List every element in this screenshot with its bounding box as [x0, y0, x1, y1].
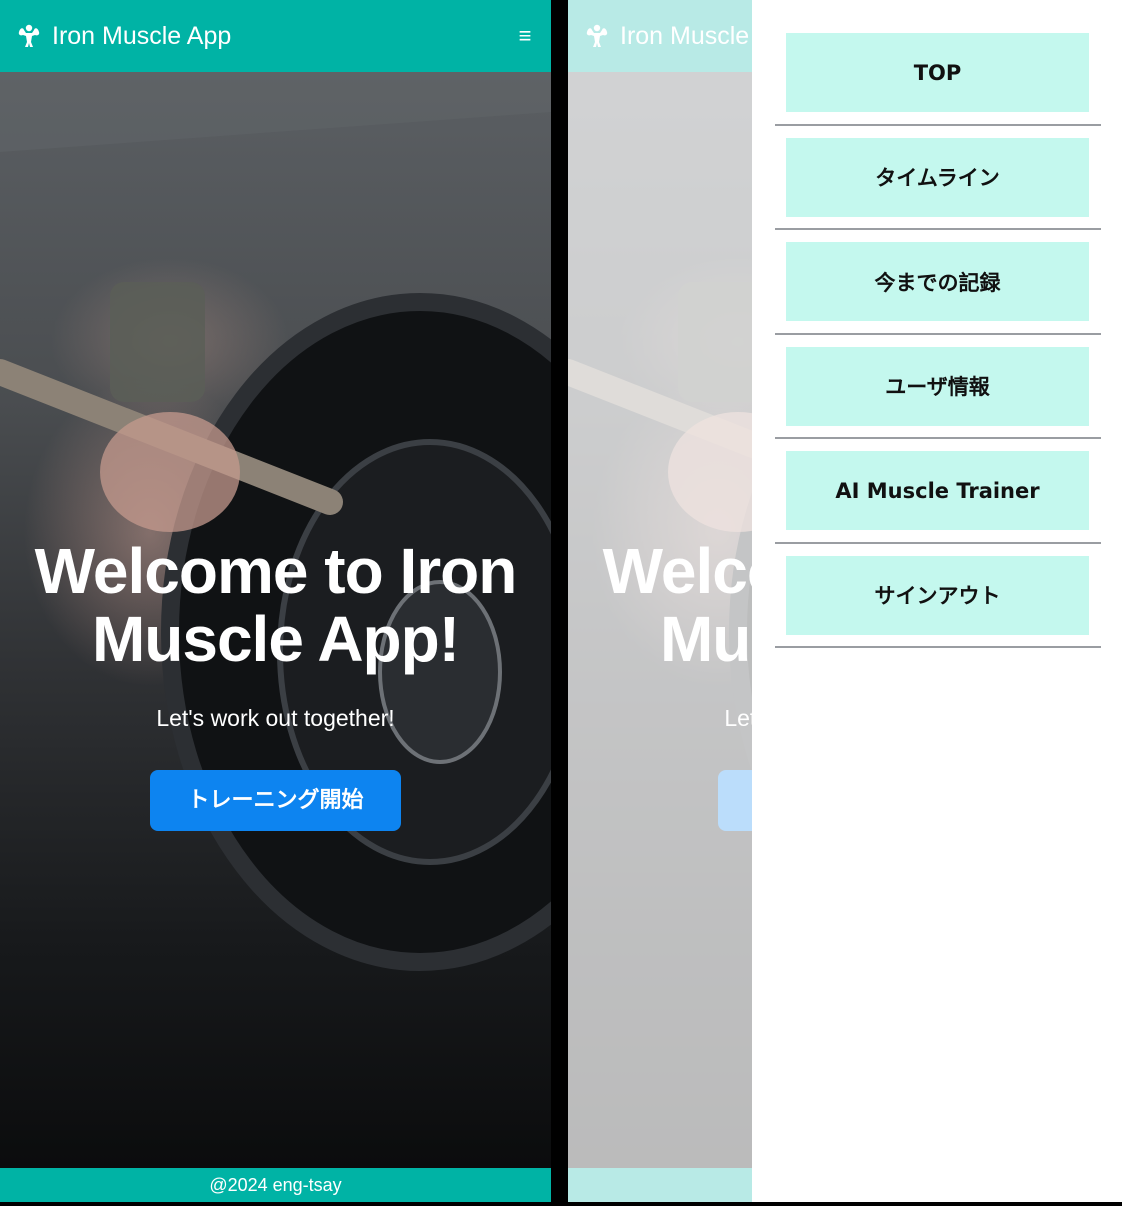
screen-menu-closed: Iron Muscle App ≡ Welcome to Iron Muscle… [0, 0, 551, 1202]
muscle-icon [18, 24, 40, 47]
drawer-item-user-info: ユーザ情報 [775, 335, 1101, 439]
app-title: Iron Muscle App [52, 21, 232, 50]
drawer-item-ai-trainer: AI Muscle Trainer [775, 439, 1101, 544]
drawer-item-timeline: タイムライン [775, 126, 1101, 230]
footer: @2024 eng-tsay [0, 1168, 551, 1202]
user-info-button[interactable]: ユーザ情報 [786, 346, 1089, 426]
nav-drawer: TOP タイムライン 今までの記録 ユーザ情報 AI Muscle Traine… [752, 0, 1122, 1202]
sign-out-button[interactable]: サインアウト [786, 555, 1089, 635]
drawer-item-records: 今までの記録 [775, 230, 1101, 335]
hero-title: Welcome to Iron Muscle App! [34, 535, 518, 675]
records-button[interactable]: 今までの記録 [786, 242, 1089, 321]
hamburger-icon[interactable]: ≡ [515, 25, 535, 47]
ai-muscle-trainer-button[interactable]: AI Muscle Trainer [786, 451, 1089, 530]
hero-subtitle: Let's work out together! [156, 705, 395, 731]
navbar: Iron Muscle App ≡ [0, 0, 551, 72]
screen-menu-open: Iron Muscle App Welcome to Iron Muscle A… [568, 0, 1122, 1202]
timeline-button[interactable]: タイムライン [786, 137, 1089, 217]
hero-section: Welcome to Iron Muscle App! Let's work o… [0, 72, 551, 1168]
start-training-button[interactable]: トレーニング開始 [150, 770, 401, 831]
drawer-backdrop[interactable] [568, 0, 752, 1202]
brand-link[interactable]: Iron Muscle App [16, 22, 231, 51]
drawer-item-top: TOP [775, 21, 1101, 126]
hero-content: Welcome to Iron Muscle App! Let's work o… [0, 537, 551, 831]
drawer-item-sign-out: サインアウト [775, 544, 1101, 648]
top-button[interactable]: TOP [786, 33, 1089, 112]
